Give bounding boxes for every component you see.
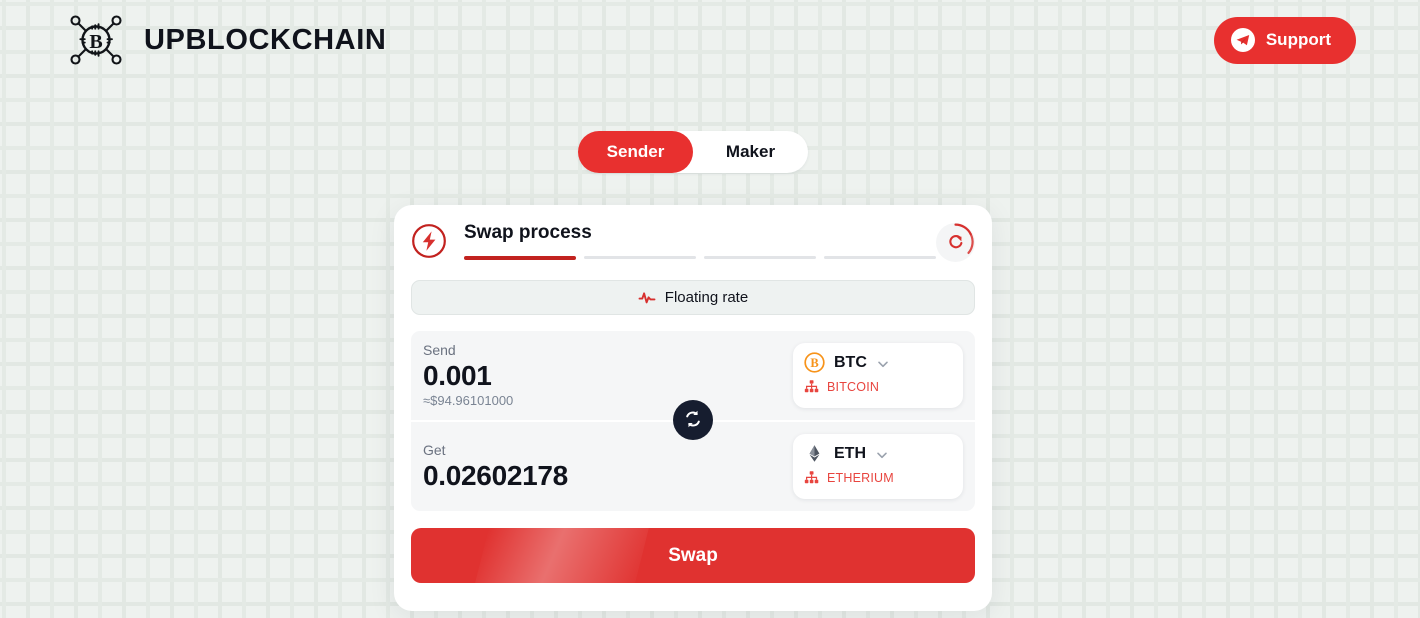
send-amount-input[interactable]: 0.001 [423,359,793,392]
swap-submit-label: Swap [668,544,718,566]
rate-mode-label: Floating rate [664,289,749,306]
swap-card: Swap process Floating rate Send 0.001 ≈$… [394,205,992,611]
button-shine [475,528,649,583]
step-3 [704,256,816,259]
get-label: Get [423,441,446,458]
support-button-label: Support [1265,30,1331,49]
send-approx-value: ≈$94.96101000 [423,393,514,408]
app-header: B UPBLOCKCHAIN Support [0,0,1420,80]
page-title: Swap process [464,222,592,243]
brand-logo[interactable]: B UPBLOCKCHAIN [62,7,386,73]
get-currency-selector[interactable]: ETH ETHERIUM [793,434,963,499]
swap-arrows-icon [682,408,704,433]
step-1 [464,256,576,260]
swap-card-header: Swap process [411,205,975,267]
ethereum-coin-icon [804,443,825,464]
get-amount-input[interactable]: 0.02602178 [423,459,793,492]
bitcoin-network-logo-icon: B [62,7,130,73]
pulse-activity-icon [638,289,656,307]
step-2 [584,256,696,259]
send-amount-group[interactable]: Send 0.001 ≈$94.96101000 [422,342,793,409]
tab-maker[interactable]: Maker [693,131,808,173]
send-label: Send [423,342,456,358]
mode-tabs: Sender Maker [578,131,808,173]
get-amount-group[interactable]: Get 0.02602178 [422,442,793,492]
send-network: BITCOIN [804,379,951,394]
bitcoin-coin-icon: B [804,352,825,373]
refresh-button[interactable] [936,223,975,262]
get-network-label: ETHERIUM [827,470,894,485]
swap-rows: Send 0.001 ≈$94.96101000 B BTC BITCOIN G… [411,331,975,511]
send-network-label: BITCOIN [827,379,880,394]
send-currency-top: B BTC [804,352,951,373]
support-button[interactable]: Support [1213,16,1356,64]
get-currency-top: ETH [804,443,951,464]
lightning-bolt-icon [411,223,447,259]
refresh-icon [936,222,975,264]
swap-progress: Swap process [464,222,936,260]
sitemap-icon [804,470,819,485]
get-currency-ticker: ETH [834,444,866,462]
swap-direction-button[interactable] [673,400,713,440]
step-4 [824,256,936,259]
brand-name: UPBLOCKCHAIN [144,23,387,56]
tab-sender[interactable]: Sender [578,131,693,173]
send-currency-selector[interactable]: B BTC BITCOIN [793,343,963,408]
chevron-down-icon [876,448,888,460]
swap-submit-button[interactable]: Swap [411,528,975,583]
telegram-icon [1230,28,1255,52]
rate-mode-selector[interactable]: Floating rate [411,280,975,315]
sitemap-icon [804,379,819,394]
svg-text:B: B [89,31,102,53]
chevron-down-icon [877,357,889,369]
send-currency-ticker: BTC [834,353,867,371]
svg-text:B: B [810,356,818,370]
get-network: ETHERIUM [804,470,951,485]
page-root: B UPBLOCKCHAIN Support Sender Maker Swap… [0,0,1420,618]
step-indicator [464,256,936,260]
